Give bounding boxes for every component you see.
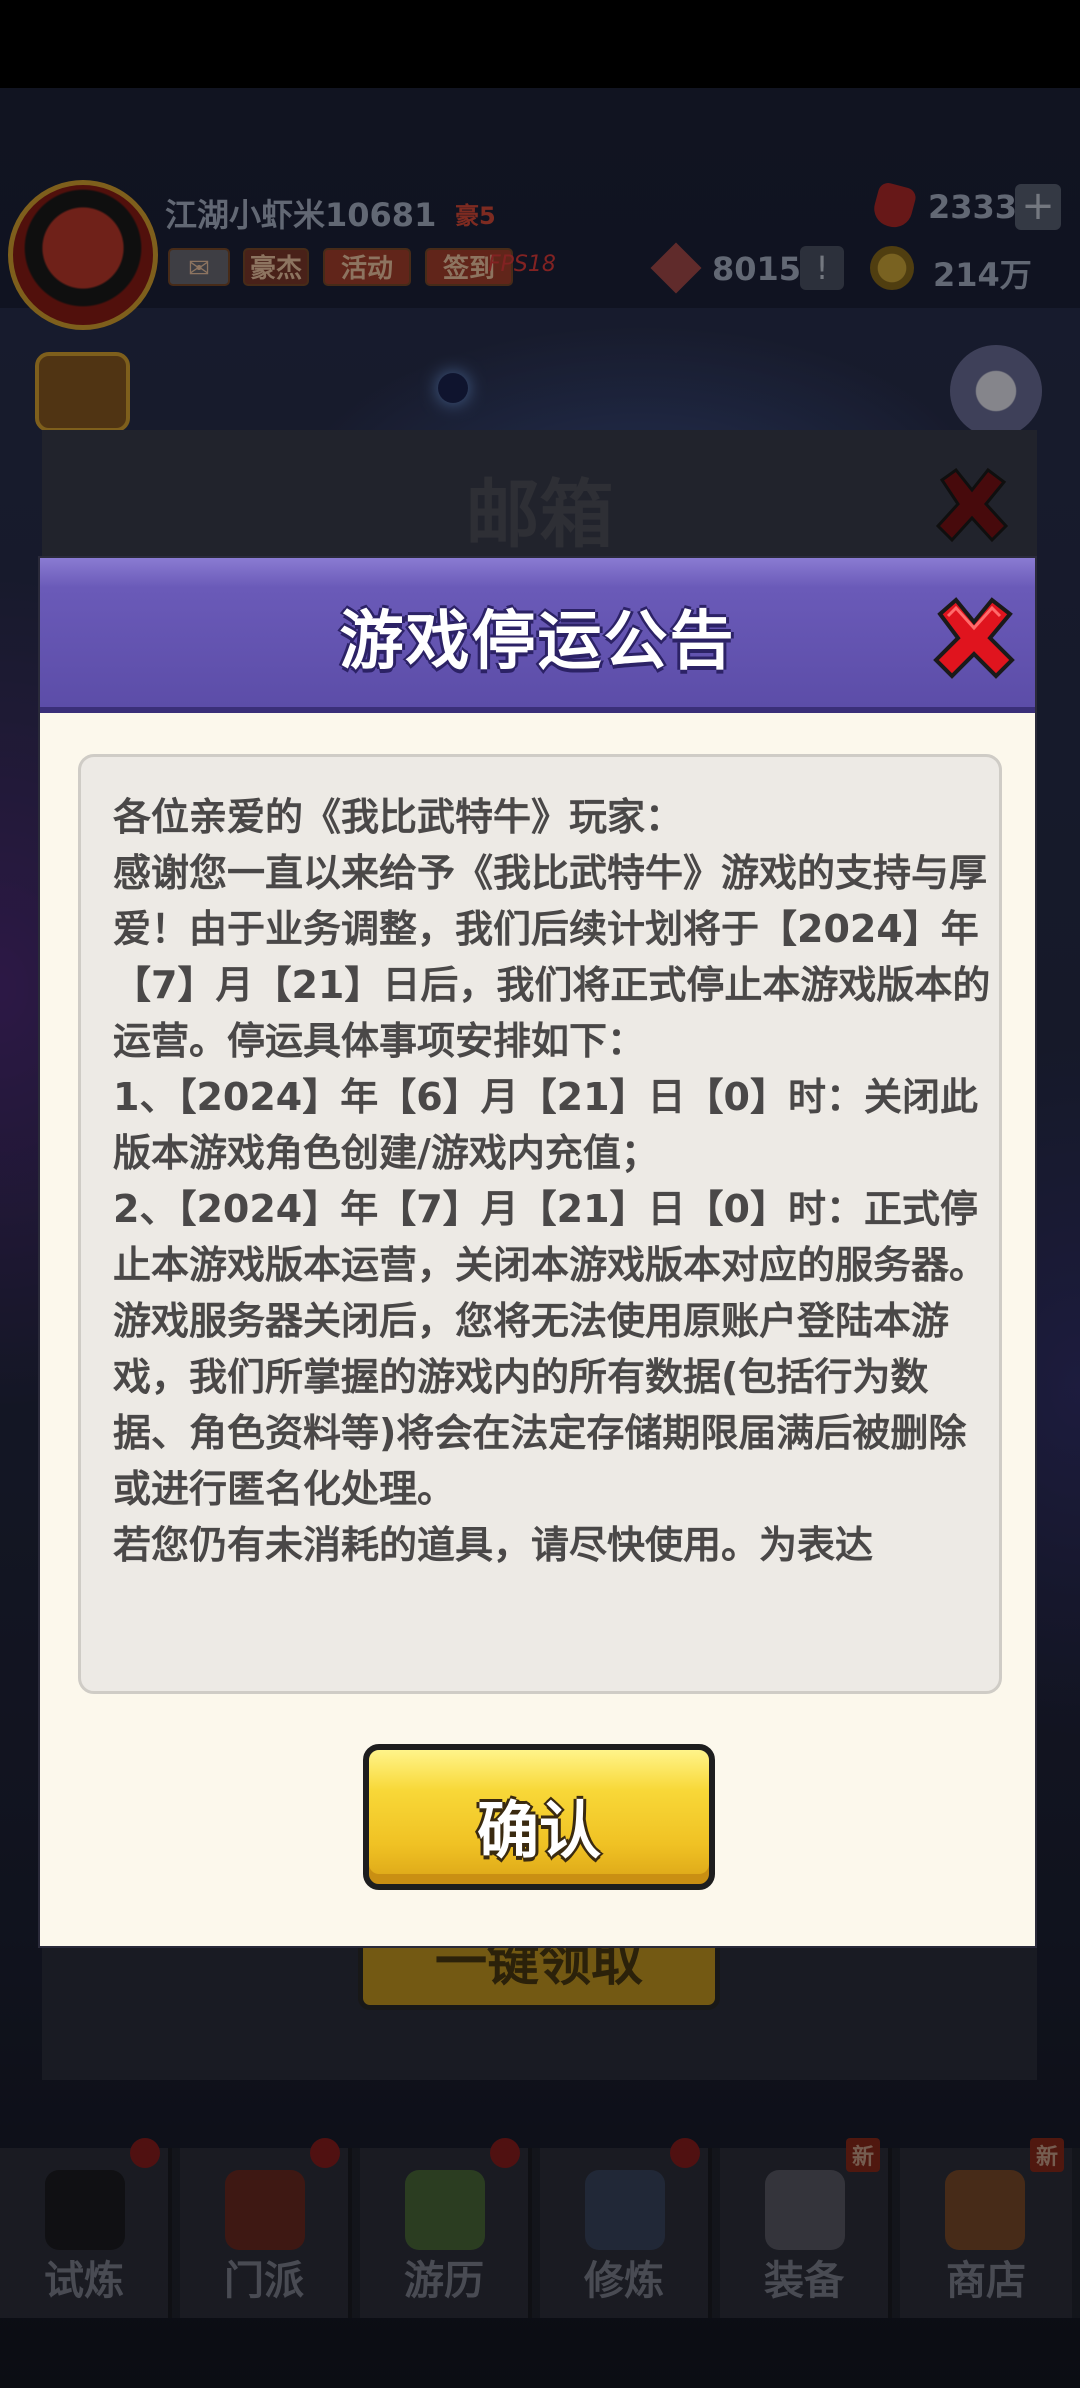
dialog-title: 游戏停运公告 [339,605,736,679]
notice-paragraph: 若您仍有未消耗的道具，请尽快使用。为表达 [113,1523,874,1567]
notice-item-2: 2、【2024】年【7】月【21】日【0】时：正式停止本游戏版本运营，关闭本游戏… [113,1187,988,1287]
confirm-label: 确认 [476,1794,601,1867]
notice-paragraph: 游戏服务器关闭后，您将无法使用原账户登陆本游戏，我们所掌握的游戏内的所有数据(包… [113,1299,967,1511]
notice-paragraph: 感谢您一直以来给予《我比武特牛》游戏的支持与厚爱！由于业务调整，我们后续计划将于… [113,851,991,1063]
close-icon[interactable] [930,594,1018,682]
notice-text-box[interactable]: 各位亲爱的《我比武特牛》玩家： 感谢您一直以来给予《我比武特牛》游戏的支持与厚爱… [78,754,1002,1694]
confirm-button[interactable]: 确认 [363,1744,715,1890]
notice-text: 各位亲爱的《我比武特牛》玩家： 感谢您一直以来给予《我比武特牛》游戏的支持与厚爱… [113,789,993,1573]
notice-greeting: 各位亲爱的《我比武特牛》玩家： [113,795,684,839]
notice-item-1: 1、【2024】年【6】月【21】日【0】时：关闭此版本游戏角色创建/游戏内充值… [113,1075,978,1175]
status-bar [0,0,1080,88]
